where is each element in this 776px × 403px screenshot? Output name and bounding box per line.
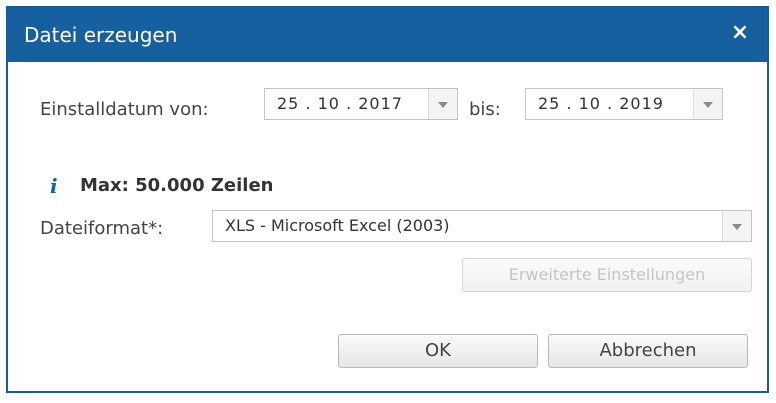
install-date-from-value: 25 . 10 . 2017	[277, 94, 403, 113]
install-date-to-select[interactable]: 25 . 10 . 2019	[525, 88, 723, 120]
file-create-dialog: Datei erzeugen × Einstalldatum von: 25 .…	[6, 6, 769, 393]
close-icon[interactable]: ×	[725, 18, 755, 48]
file-format-select[interactable]: XLS - Microsoft Excel (2003)	[212, 210, 752, 242]
max-rows-info: Max: 50.000 Zeilen	[80, 175, 274, 196]
info-icon: i	[50, 174, 58, 198]
cancel-button[interactable]: Abbrechen	[548, 334, 748, 368]
install-date-to-label: bis:	[469, 99, 501, 120]
advanced-settings-button[interactable]: Erweiterte Einstellungen	[462, 258, 752, 292]
chevron-down-icon[interactable]	[693, 89, 722, 119]
install-date-to-value: 25 . 10 . 2019	[538, 94, 664, 113]
chevron-down-icon[interactable]	[722, 211, 751, 241]
install-date-from-select[interactable]: 25 . 10 . 2017	[264, 88, 458, 120]
file-format-label: Dateiformat*:	[40, 218, 164, 239]
dialog-titlebar: Datei erzeugen ×	[8, 8, 767, 62]
install-date-from-label: Einstalldatum von:	[40, 99, 209, 120]
chevron-down-icon[interactable]	[428, 89, 457, 119]
dialog-title: Datei erzeugen	[24, 23, 178, 47]
file-format-value: XLS - Microsoft Excel (2003)	[225, 216, 450, 235]
ok-button[interactable]: OK	[338, 334, 538, 368]
